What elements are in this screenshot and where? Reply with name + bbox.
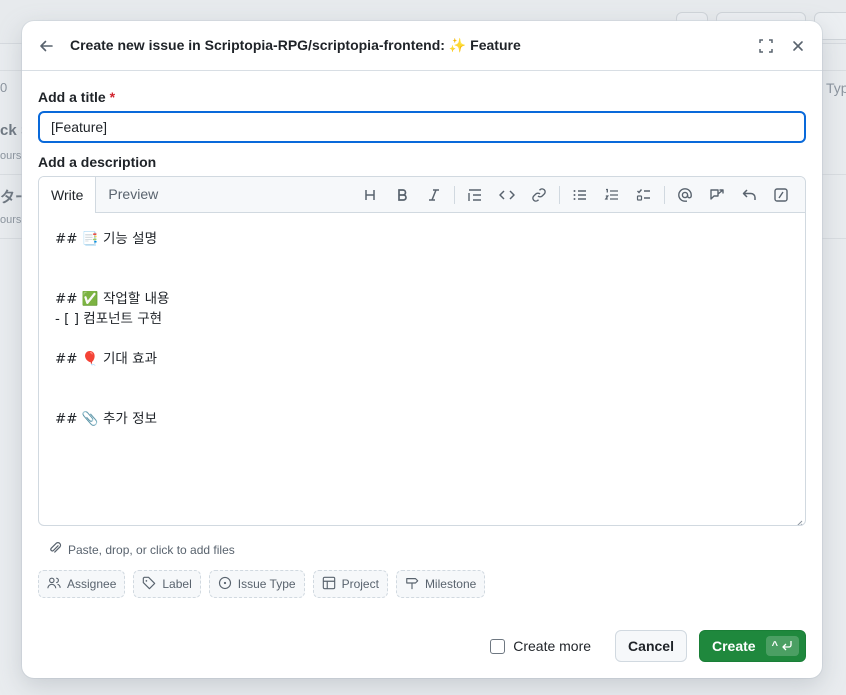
editor-toolbar: Write Preview <box>39 177 805 213</box>
description-textarea[interactable]: ## 📑 기능 설명 ## ✅ 작업할 내용 - [ ] 컴포넌트 구현 ## … <box>39 213 805 445</box>
dialog-title: Create new issue in Scriptopia-RPG/scrip… <box>70 37 521 53</box>
undo-icon[interactable] <box>733 181 765 209</box>
background-text: Typ <box>826 80 846 96</box>
milestone-label: Milestone <box>424 577 477 591</box>
link-icon[interactable] <box>523 181 555 209</box>
dialog-header: Create new issue in Scriptopia-RPG/scrip… <box>22 21 822 71</box>
issue-type-icon <box>218 576 232 593</box>
heading-icon[interactable] <box>354 181 386 209</box>
metadata-buttons: Assignee Label Issue Type Project Milest… <box>38 570 486 598</box>
tag-icon <box>142 576 156 593</box>
project-label: Project <box>341 577 379 591</box>
attach-hint: Paste, drop, or click to add files <box>68 542 235 557</box>
resize-handle[interactable] <box>795 515 803 525</box>
issue-type-button[interactable]: Issue Type <box>208 570 305 598</box>
reference-icon[interactable] <box>701 181 733 209</box>
issue-title-input[interactable] <box>38 111 806 143</box>
issue-type-label: Issue Type <box>237 577 296 591</box>
tab-preview[interactable]: Preview <box>96 177 170 212</box>
cancel-button[interactable]: Cancel <box>615 630 687 662</box>
create-more-checkbox[interactable] <box>490 638 506 654</box>
create-button-label: Create <box>711 638 756 654</box>
background-text: 0 <box>0 80 8 95</box>
people-icon <box>47 576 61 593</box>
create-button[interactable]: Create ^ <box>698 630 806 662</box>
toolbar-divider <box>559 186 560 204</box>
ordered-list-icon[interactable] <box>596 181 628 209</box>
close-icon[interactable] <box>788 36 808 56</box>
ctrl-key-label: ^ <box>771 640 778 652</box>
dialog-footer: Create more Cancel Create ^ <box>490 630 806 662</box>
background-text: ours <box>0 214 22 226</box>
background-text: ours <box>0 150 22 162</box>
create-more-option[interactable]: Create more <box>490 638 591 654</box>
assignee-label: Assignee <box>67 577 117 591</box>
assignee-button[interactable]: Assignee <box>38 570 126 598</box>
milestone-icon <box>405 576 419 593</box>
code-icon[interactable] <box>491 181 523 209</box>
italic-icon[interactable] <box>418 181 450 209</box>
title-label-text: Add a title <box>38 89 106 105</box>
required-mark: * <box>109 89 116 105</box>
label-button[interactable]: Label <box>133 570 201 598</box>
slash-command-icon[interactable] <box>765 181 797 209</box>
toolbar-divider <box>454 186 455 204</box>
fullscreen-icon[interactable] <box>756 36 776 56</box>
title-field-label: Add a title * <box>38 89 115 105</box>
table-icon <box>322 576 336 593</box>
bold-icon[interactable] <box>386 181 418 209</box>
markdown-editor: Write Preview ## 📑 기능 설명 ## ✅ 작업할 내용 - [… <box>38 176 806 526</box>
tab-write[interactable]: Write <box>39 177 97 213</box>
create-issue-dialog: Create new issue in Scriptopia-RPG/scrip… <box>22 21 822 678</box>
keyboard-shortcut: ^ <box>765 636 799 656</box>
create-more-label: Create more <box>513 638 592 654</box>
project-button[interactable]: Project <box>312 570 388 598</box>
mention-icon[interactable] <box>669 181 701 209</box>
paperclip-icon <box>48 541 62 558</box>
milestone-button[interactable]: Milestone <box>395 570 486 598</box>
label-label: Label <box>162 577 192 591</box>
description-label: Add a description <box>38 154 157 170</box>
task-list-icon[interactable] <box>628 181 660 209</box>
toolbar-divider <box>664 186 665 204</box>
file-attach-area[interactable]: Paste, drop, or click to add files <box>48 541 235 558</box>
enter-key-icon <box>781 639 793 654</box>
back-arrow-icon[interactable] <box>36 36 56 56</box>
unordered-list-icon[interactable] <box>564 181 596 209</box>
quote-icon[interactable] <box>459 181 491 209</box>
